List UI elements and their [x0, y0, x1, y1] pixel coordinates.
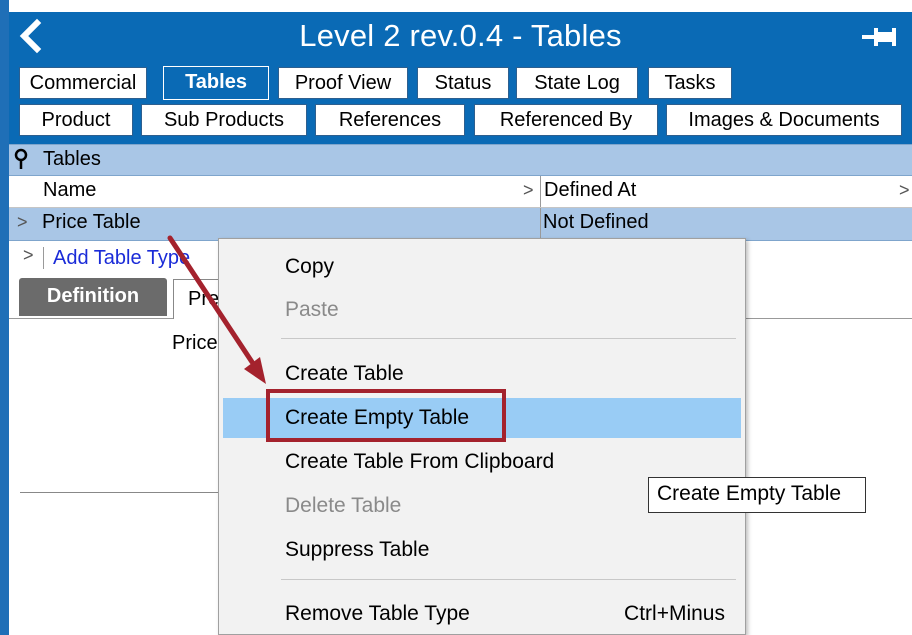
- add-table-type-row: > Add Table Type: [9, 241, 219, 275]
- title-bar: Level 2 rev.0.4 - Tables: [9, 12, 912, 62]
- menu-item-suppress-table[interactable]: Suppress Table: [223, 530, 741, 570]
- tab-images-documents[interactable]: Images & Documents: [666, 104, 902, 136]
- window-left-edge: [0, 0, 9, 635]
- tab-state-log[interactable]: State Log: [516, 67, 638, 99]
- chevron-right-icon[interactable]: >: [899, 180, 910, 201]
- tooltip: Create Empty Table: [648, 477, 866, 513]
- window-title: Level 2 rev.0.4 - Tables: [299, 18, 622, 53]
- row-name: Price Table: [42, 211, 141, 233]
- column-divider: [540, 208, 541, 240]
- tab-tasks[interactable]: Tasks: [648, 67, 732, 99]
- tab-product[interactable]: Product: [19, 104, 133, 136]
- column-divider[interactable]: [540, 176, 541, 207]
- table-row[interactable]: > Price Table Not Defined: [9, 208, 912, 241]
- expand-chevron-icon[interactable]: >: [23, 245, 34, 266]
- menu-item-create-table-from-clipboard[interactable]: Create Table From Clipboard: [223, 442, 741, 482]
- tab-sub-products[interactable]: Sub Products: [141, 104, 307, 136]
- tab-tables[interactable]: Tables: [163, 66, 269, 100]
- divider: [20, 492, 220, 493]
- tables-panel-header[interactable]: Tables: [9, 144, 912, 176]
- row-defined-at: Not Defined: [543, 211, 649, 233]
- tab-referenced-by[interactable]: Referenced By: [474, 104, 658, 136]
- menu-separator: [281, 338, 736, 339]
- table-column-headers: Name > Defined At >: [9, 176, 912, 208]
- row-divider: [43, 247, 44, 269]
- menu-item-create-empty-table[interactable]: Create Empty Table: [223, 398, 741, 438]
- tab-status[interactable]: Status: [417, 67, 509, 99]
- chevron-right-icon[interactable]: >: [523, 180, 534, 201]
- tables-panel-title: Tables: [43, 148, 101, 170]
- pin-button[interactable]: [862, 25, 898, 49]
- expand-chevron-icon[interactable]: >: [17, 212, 28, 233]
- menu-separator: [281, 579, 736, 580]
- menu-item-shortcut: Ctrl+Minus: [624, 602, 725, 625]
- add-table-type-link[interactable]: Add Table Type: [53, 247, 190, 270]
- tab-proof-view[interactable]: Proof View: [278, 67, 408, 99]
- menu-item-copy[interactable]: Copy: [223, 247, 741, 287]
- context-menu: Copy Paste Create Table Create Empty Tab…: [218, 238, 746, 635]
- definition-body-text: Price: [172, 332, 218, 354]
- subtab-definition[interactable]: Definition: [19, 278, 167, 316]
- column-header-defined-at[interactable]: Defined At: [544, 179, 636, 202]
- column-header-name[interactable]: Name: [43, 179, 96, 202]
- pushpin-icon[interactable]: [13, 148, 31, 176]
- menu-item-paste[interactable]: Paste: [223, 290, 741, 330]
- menu-item-label: Remove Table Type: [285, 602, 470, 625]
- pin-icon: [862, 28, 896, 46]
- menu-item-create-table[interactable]: Create Table: [223, 354, 741, 394]
- menu-item-remove-table-type[interactable]: Remove Table Type Ctrl+Minus: [223, 594, 741, 634]
- tab-references[interactable]: References: [315, 104, 465, 136]
- tab-commercial[interactable]: Commercial: [19, 67, 147, 99]
